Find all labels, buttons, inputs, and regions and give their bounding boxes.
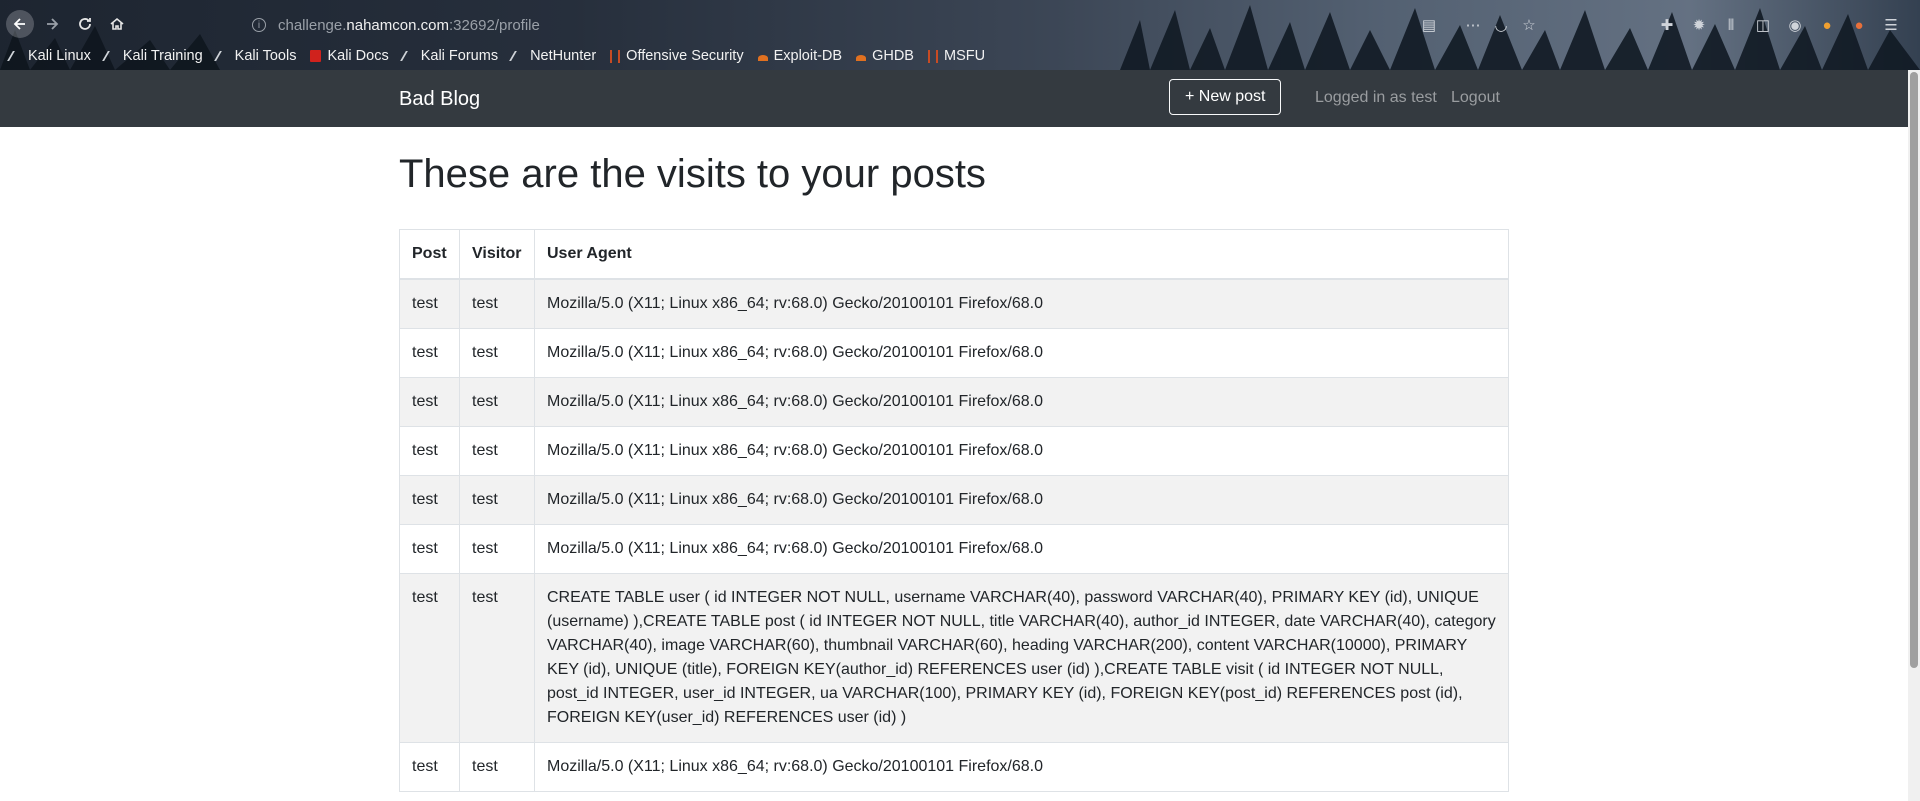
kali-dragon-icon bbox=[509, 51, 527, 61]
table-row: test test Mozilla/5.0 (X11; Linux x86_64… bbox=[399, 524, 1509, 574]
table-row: test test Mozilla/5.0 (X11; Linux x86_64… bbox=[399, 328, 1509, 378]
bookmark-msfu[interactable]: MSFU bbox=[927, 48, 985, 64]
reload-icon bbox=[79, 18, 91, 30]
cell-post: test bbox=[399, 377, 460, 427]
table-row: test test Mozilla/5.0 (X11; Linux x86_64… bbox=[399, 377, 1509, 427]
cell-user-agent: Mozilla/5.0 (X11; Linux x86_64; rv:68.0)… bbox=[534, 475, 1509, 525]
logout-link[interactable]: Logout bbox=[1451, 89, 1500, 107]
cell-post: test bbox=[399, 328, 460, 378]
kali-dragon-icon bbox=[213, 51, 232, 61]
table-row: test test Mozilla/5.0 (X11; Linux x86_64… bbox=[399, 475, 1509, 525]
page-scrollbar[interactable] bbox=[1908, 70, 1920, 801]
offsec-icon bbox=[927, 49, 938, 63]
account-icon[interactable]: ◉ bbox=[1784, 14, 1806, 36]
page-actions: ▤ ⋯ ◡ ☆ bbox=[1418, 14, 1540, 36]
bookmark-nethunter[interactable]: NetHunter bbox=[509, 48, 596, 64]
cell-visitor: test bbox=[459, 377, 535, 427]
bookmark-kali-training[interactable]: Kali Training bbox=[101, 48, 203, 64]
arrow-right-icon bbox=[47, 18, 59, 30]
reload-button[interactable] bbox=[71, 10, 99, 38]
column-header-user-agent: User Agent bbox=[534, 229, 1509, 280]
bookmark-offensive-security[interactable]: Offensive Security bbox=[610, 48, 744, 64]
bookmarks-bar: Kali Linux Kali Training Kali Tools Kali… bbox=[7, 46, 999, 66]
cell-post: test bbox=[399, 475, 460, 525]
cell-post: test bbox=[399, 573, 460, 743]
extensions-icon[interactable]: ✚ bbox=[1656, 14, 1678, 36]
cookie-editor-icon[interactable]: ● bbox=[1816, 14, 1838, 36]
logged-in-status: Logged in as test bbox=[1315, 89, 1437, 106]
browser-toolbar: i challenge.nahamcon.com:32692/profile ▤… bbox=[0, 0, 1920, 48]
cell-user-agent: Mozilla/5.0 (X11; Linux x86_64; rv:68.0)… bbox=[534, 377, 1509, 427]
reader-view-icon[interactable]: ▤ bbox=[1418, 14, 1440, 36]
page-title: These are the visits to your posts bbox=[399, 152, 986, 196]
cell-user-agent: Mozilla/5.0 (X11; Linux x86_64; rv:68.0)… bbox=[534, 524, 1509, 574]
cell-user-agent: Mozilla/5.0 (X11; Linux x86_64; rv:68.0)… bbox=[534, 328, 1509, 378]
offsec-icon bbox=[610, 49, 621, 63]
url-text: challenge.nahamcon.com:32692/profile bbox=[278, 16, 540, 34]
exploitdb-icon bbox=[856, 55, 867, 61]
table-header-row: Post Visitor User Agent bbox=[399, 229, 1509, 280]
bookmark-kali-forums[interactable]: Kali Forums bbox=[399, 48, 498, 64]
table-row: test test Mozilla/5.0 (X11; Linux x86_64… bbox=[399, 426, 1509, 476]
site-info-icon[interactable]: i bbox=[252, 18, 266, 32]
bookmark-kali-linux[interactable]: Kali Linux bbox=[7, 48, 91, 64]
kali-dragon-icon bbox=[399, 51, 418, 61]
menu-hamburger-icon[interactable]: ☰ bbox=[1880, 14, 1902, 36]
column-header-visitor: Visitor bbox=[459, 229, 535, 280]
arrow-left-icon bbox=[13, 18, 25, 30]
cell-post: test bbox=[399, 278, 460, 329]
kali-dragon-icon bbox=[101, 51, 120, 61]
bookmark-star-icon[interactable]: ☆ bbox=[1518, 14, 1540, 36]
exploitdb-icon bbox=[757, 55, 768, 61]
cell-visitor: test bbox=[459, 278, 535, 329]
sidebar-icon[interactable]: ◫ bbox=[1752, 14, 1774, 36]
cell-post: test bbox=[399, 426, 460, 476]
cell-post: test bbox=[399, 524, 460, 574]
cell-user-agent: Mozilla/5.0 (X11; Linux x86_64; rv:68.0)… bbox=[534, 742, 1509, 792]
table-row: test test Mozilla/5.0 (X11; Linux x86_64… bbox=[399, 742, 1509, 792]
extension-fox-icon[interactable]: ● bbox=[1848, 14, 1870, 36]
toolbar-extensions: ✚ ✹ ⫴ ◫ ◉ ● ● ☰ bbox=[1656, 14, 1902, 36]
bookmark-ghdb[interactable]: GHDB bbox=[856, 48, 914, 64]
library-icon[interactable]: ⫴ bbox=[1720, 14, 1742, 36]
forward-button[interactable] bbox=[38, 10, 66, 38]
settings-gear-icon[interactable]: ✹ bbox=[1688, 14, 1710, 36]
visits-table: Post Visitor User Agent test test Mozill… bbox=[399, 229, 1509, 792]
kali-dragon-icon bbox=[7, 51, 25, 61]
cell-visitor: test bbox=[459, 475, 535, 525]
cell-user-agent: Mozilla/5.0 (X11; Linux x86_64; rv:68.0)… bbox=[534, 278, 1509, 329]
cell-visitor: test bbox=[459, 742, 535, 792]
bookmark-kali-tools[interactable]: Kali Tools bbox=[213, 48, 296, 64]
pocket-icon[interactable]: ◡ bbox=[1490, 14, 1512, 36]
cell-visitor: test bbox=[459, 573, 535, 743]
cell-visitor: test bbox=[459, 524, 535, 574]
home-icon bbox=[110, 17, 124, 30]
table-row: test test CREATE TABLE user ( id INTEGER… bbox=[399, 573, 1509, 743]
kali-docs-icon bbox=[310, 50, 322, 62]
cell-post: test bbox=[399, 742, 460, 792]
address-bar[interactable]: i challenge.nahamcon.com:32692/profile bbox=[252, 13, 540, 37]
site-brand-link[interactable]: Bad Blog bbox=[399, 88, 480, 111]
back-button[interactable] bbox=[6, 10, 34, 38]
home-button[interactable] bbox=[103, 10, 131, 38]
cell-visitor: test bbox=[459, 426, 535, 476]
bookmark-exploit-db[interactable]: Exploit-DB bbox=[757, 48, 842, 64]
table-row: test test Mozilla/5.0 (X11; Linux x86_64… bbox=[399, 278, 1509, 329]
cell-user-agent-sql-schema: CREATE TABLE user ( id INTEGER NOT NULL,… bbox=[534, 573, 1509, 743]
bookmark-kali-docs[interactable]: Kali Docs bbox=[310, 48, 389, 64]
scrollbar-thumb[interactable] bbox=[1910, 72, 1918, 668]
new-post-button[interactable]: + New post bbox=[1169, 79, 1282, 115]
browser-chrome: i challenge.nahamcon.com:32692/profile ▤… bbox=[0, 0, 1920, 70]
site-navbar: Bad Blog + New post Logged in as test Lo… bbox=[0, 70, 1920, 127]
column-header-post: Post bbox=[399, 229, 460, 280]
more-actions-icon[interactable]: ⋯ bbox=[1462, 14, 1484, 36]
cell-user-agent: Mozilla/5.0 (X11; Linux x86_64; rv:68.0)… bbox=[534, 426, 1509, 476]
cell-visitor: test bbox=[459, 328, 535, 378]
